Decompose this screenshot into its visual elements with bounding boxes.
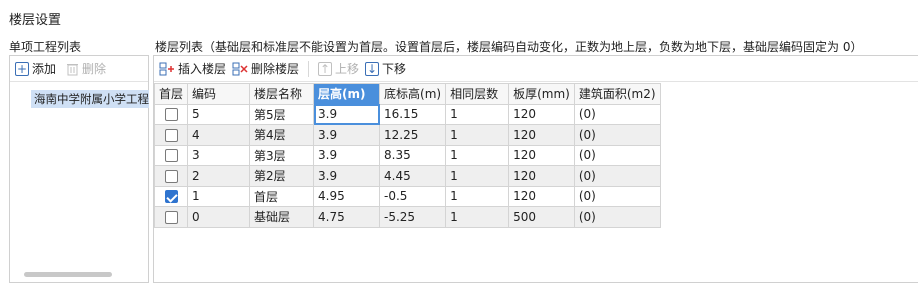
building-area-cell[interactable]: (0) <box>573 206 661 228</box>
delete-floor-label: 删除楼层 <box>251 62 300 76</box>
floor-table: 首层 编码 楼层名称 层高(m) 底标高(m) 相同层数 板厚(mm) 建筑面积… <box>153 83 661 228</box>
toolbar-divider <box>308 60 310 77</box>
floor-name-cell[interactable]: 第3层 <box>249 144 315 166</box>
first-floor-cell <box>153 124 189 146</box>
plus-icon: + <box>15 61 29 76</box>
arrow-up-icon: ↑ <box>318 61 333 76</box>
floor-height-cell[interactable]: 4.95 <box>313 185 381 207</box>
building-area-cell[interactable]: (0) <box>573 124 661 146</box>
floor-height-cell[interactable]: 4.75 <box>313 206 381 228</box>
floor-name-cell[interactable]: 第4层 <box>249 124 315 146</box>
slab-thickness-cell[interactable]: 500 <box>508 206 575 228</box>
add-label: 添加 <box>32 62 57 76</box>
first-floor-checkbox[interactable] <box>164 128 178 142</box>
bottom-elevation-cell[interactable]: 12.25 <box>379 124 447 146</box>
table-header-row: 首层 编码 楼层名称 层高(m) 底标高(m) 相同层数 板厚(mm) 建筑面积… <box>153 83 661 105</box>
floor-toolbar: 插入楼层 删除楼层 ↑ 上移 ↓ 下移 <box>154 56 918 82</box>
col-floor-name[interactable]: 楼层名称 <box>249 83 315 105</box>
floor-name-cell[interactable]: 第2层 <box>249 165 315 187</box>
dialog-title: 楼层设置 <box>9 13 62 28</box>
slab-thickness-cell[interactable]: 120 <box>508 103 575 125</box>
slab-thickness-cell[interactable]: 120 <box>508 124 575 146</box>
first-floor-cell <box>153 206 189 228</box>
first-floor-checkbox[interactable] <box>164 190 178 204</box>
same-floor-count-cell[interactable]: 1 <box>445 144 510 166</box>
delete-project-button[interactable]: 删除 <box>66 60 106 77</box>
first-floor-cell <box>153 103 189 125</box>
first-floor-checkbox[interactable] <box>164 169 178 183</box>
move-up-button[interactable]: ↑ 上移 <box>318 60 359 77</box>
code-cell[interactable]: 5 <box>187 103 251 125</box>
bottom-elevation-cell[interactable]: -0.5 <box>379 185 447 207</box>
floor-name-cell[interactable]: 第5层 <box>249 103 315 125</box>
project-toolbar: + 添加 删除 <box>10 56 148 82</box>
building-area-cell[interactable]: (0) <box>573 165 661 187</box>
move-up-label: 上移 <box>335 62 360 76</box>
first-floor-checkbox[interactable] <box>164 149 178 163</box>
slab-thickness-cell[interactable]: 120 <box>508 185 575 207</box>
building-area-cell[interactable]: (0) <box>573 144 661 166</box>
delete-label: 删除 <box>82 62 107 76</box>
same-floor-count-cell[interactable]: 1 <box>445 165 510 187</box>
slab-thickness-cell[interactable]: 120 <box>508 165 575 187</box>
floor-list-caption: 楼层列表（基础层和标准层不能设置为首层。设置首层后，楼层编码自动变化，正数为地上… <box>155 40 863 54</box>
insert-floor-button[interactable]: 插入楼层 <box>159 60 226 77</box>
floor-list-panel: 插入楼层 删除楼层 ↑ 上移 ↓ 下移 首层 编码 楼层名称 层高(m) 底标高… <box>153 55 918 283</box>
col-same-floor-count[interactable]: 相同层数 <box>445 83 510 105</box>
first-floor-cell <box>153 144 189 166</box>
floor-height-cell[interactable]: 3.9 <box>313 144 381 166</box>
bottom-elevation-cell[interactable]: 8.35 <box>379 144 447 166</box>
col-code[interactable]: 编码 <box>187 83 251 105</box>
table-row[interactable]: 5 第5层 3.9 16.15 1 120 (0) <box>153 103 661 125</box>
first-floor-checkbox[interactable] <box>164 210 178 224</box>
delete-floor-icon <box>232 62 248 75</box>
code-cell[interactable]: 3 <box>187 144 251 166</box>
code-cell[interactable]: 1 <box>187 185 251 207</box>
floor-name-cell[interactable]: 首层 <box>249 185 315 207</box>
first-floor-checkbox[interactable] <box>164 108 178 122</box>
floor-name-cell[interactable]: 基础层 <box>249 206 315 228</box>
project-list-panel: + 添加 删除 海南中学附属小学工程 <box>9 55 149 283</box>
table-row[interactable]: 4 第4层 3.9 12.25 1 120 (0) <box>153 124 661 146</box>
col-building-area[interactable]: 建筑面积(m2) <box>573 83 661 105</box>
col-floor-height[interactable]: 层高(m) <box>313 83 381 105</box>
arrow-down-icon: ↓ <box>365 61 380 76</box>
floor-height-cell[interactable]: 3.9 <box>313 165 381 187</box>
bottom-elevation-cell[interactable]: 4.45 <box>379 165 447 187</box>
bottom-elevation-cell[interactable]: -5.25 <box>379 206 447 228</box>
same-floor-count-cell[interactable]: 1 <box>445 103 510 125</box>
same-floor-count-cell[interactable]: 1 <box>445 206 510 228</box>
col-first-floor[interactable]: 首层 <box>153 83 189 105</box>
insert-floor-label: 插入楼层 <box>178 62 227 76</box>
floor-height-cell[interactable]: 3.9 <box>313 103 381 125</box>
delete-floor-button[interactable]: 删除楼层 <box>232 60 299 77</box>
trash-icon <box>67 63 79 75</box>
add-project-button[interactable]: + 添加 <box>15 60 56 77</box>
code-cell[interactable]: 4 <box>187 124 251 146</box>
same-floor-count-cell[interactable]: 1 <box>445 185 510 207</box>
building-area-cell[interactable]: (0) <box>573 103 661 125</box>
move-down-label: 下移 <box>382 62 407 76</box>
col-bottom-elevation[interactable]: 底标高(m) <box>379 83 447 105</box>
col-slab-thickness[interactable]: 板厚(mm) <box>508 83 575 105</box>
bottom-elevation-cell[interactable]: 16.15 <box>379 103 447 125</box>
table-row[interactable]: 2 第2层 3.9 4.45 1 120 (0) <box>153 165 661 187</box>
table-row[interactable]: 3 第3层 3.9 8.35 1 120 (0) <box>153 144 661 166</box>
first-floor-cell <box>153 165 189 187</box>
code-cell[interactable]: 2 <box>187 165 251 187</box>
table-row[interactable]: 0 基础层 4.75 -5.25 1 500 (0) <box>153 206 661 228</box>
project-item[interactable]: 海南中学附属小学工程 <box>31 90 149 108</box>
horizontal-scrollbar[interactable] <box>24 272 112 277</box>
building-area-cell[interactable]: (0) <box>573 185 661 207</box>
insert-floor-icon <box>159 62 174 75</box>
code-cell[interactable]: 0 <box>187 206 251 228</box>
same-floor-count-cell[interactable]: 1 <box>445 124 510 146</box>
move-down-button[interactable]: ↓ 下移 <box>365 60 406 77</box>
project-list-caption: 单项工程列表 <box>9 40 82 54</box>
slab-thickness-cell[interactable]: 120 <box>508 144 575 166</box>
table-row[interactable]: 1 首层 4.95 -0.5 1 120 (0) <box>153 185 661 207</box>
first-floor-cell <box>153 185 189 207</box>
floor-height-cell[interactable]: 3.9 <box>313 124 381 146</box>
